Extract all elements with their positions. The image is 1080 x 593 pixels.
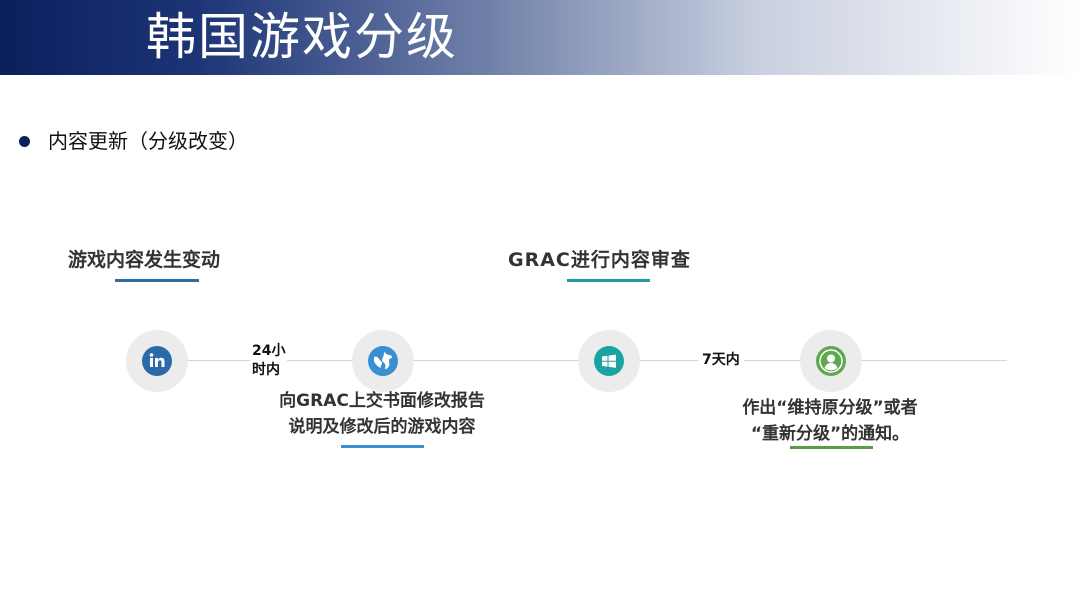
desc-notify-line1: 作出“维持原分级”或者	[742, 398, 918, 418]
timeline-note-7d: 7天内	[698, 351, 744, 370]
note-24h-line2: 时内	[252, 362, 280, 378]
user-icon	[816, 346, 846, 376]
underline-submit	[341, 445, 424, 448]
timeline-line-4	[862, 360, 1007, 361]
timeline-note-24h: 24小 时内	[250, 342, 288, 380]
timeline-node-1	[126, 330, 188, 392]
timeline-node-3	[578, 330, 640, 392]
slide-title: 韩国游戏分级	[146, 8, 458, 66]
timeline-line-2	[414, 360, 578, 361]
bullet-text: 内容更新（分级改变）	[48, 129, 248, 153]
desc-submit-line2: 说明及修改后的游戏内容	[288, 417, 476, 437]
timeline-node-2	[352, 330, 414, 392]
globe-icon	[368, 346, 398, 376]
step-title-review: GRAC进行内容审查	[508, 249, 691, 271]
desc-submit-line1: 向GRAC上交书面修改报告	[279, 391, 485, 411]
underline-change	[115, 279, 199, 282]
step-desc-submit: 向GRAC上交书面修改报告 说明及修改后的游戏内容	[262, 388, 502, 440]
step-title-change: 游戏内容发生变动	[68, 249, 221, 271]
timeline-node-4	[800, 330, 862, 392]
linkedin-icon	[142, 346, 172, 376]
step-desc-notify: 作出“维持原分级”或者 “重新分级”的通知。	[712, 395, 948, 447]
windows-icon	[594, 346, 624, 376]
note-24h-line1: 24小	[252, 343, 286, 359]
underline-notify	[790, 446, 873, 449]
title-banner: 韩国游戏分级	[0, 0, 1080, 75]
bullet-dot	[19, 136, 30, 147]
underline-review	[567, 279, 650, 282]
desc-notify-line2: “重新分级”的通知。	[750, 424, 910, 444]
